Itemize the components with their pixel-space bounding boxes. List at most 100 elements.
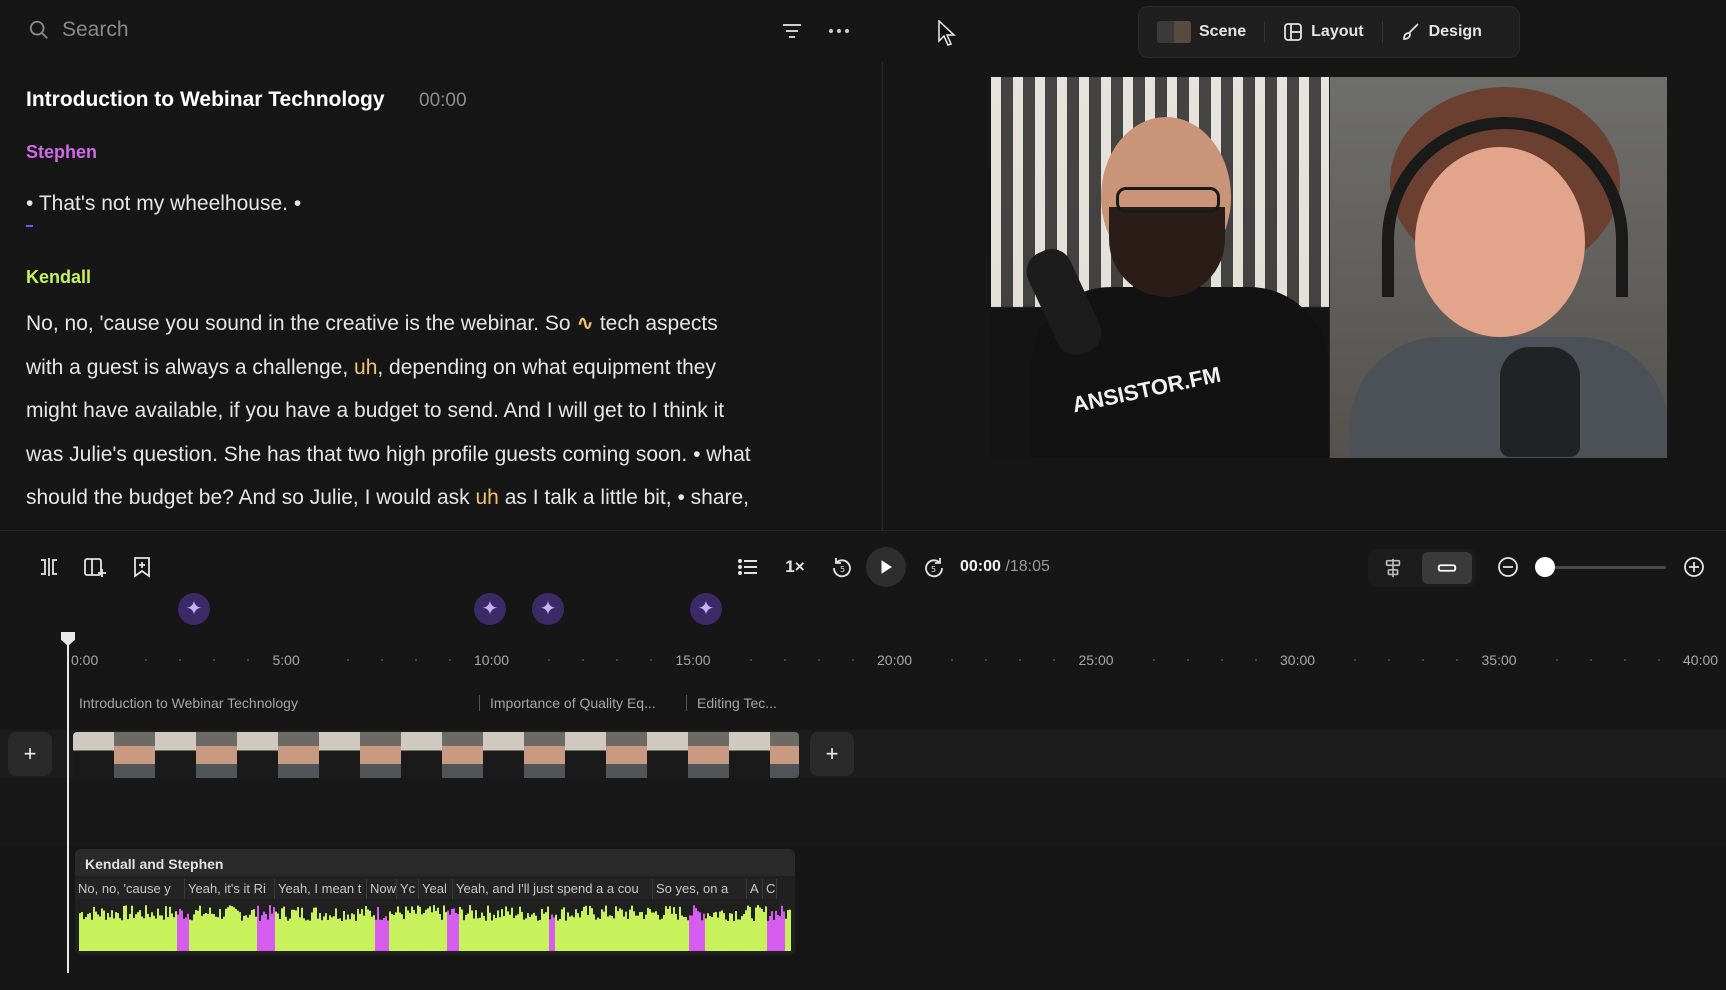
waveform-bar [421,914,423,951]
chapter-label[interactable]: Introduction to Webinar Technology [79,695,479,711]
chapter-label[interactable]: Editing Tec... [697,695,789,711]
search-bar[interactable]: Search [28,18,129,42]
waveform-bar [489,912,491,951]
ruler-label: 5:00 [272,652,300,668]
video-preview[interactable]: ANSISTOR.FM [991,77,1668,458]
waveform-bar [649,909,651,951]
compact-view-button[interactable] [1422,552,1472,584]
waveform-bar [349,919,351,951]
playhead-handle[interactable] [61,632,75,646]
transcript-line-stephen[interactable]: • That's not my wheelhouse. • [26,182,856,227]
waveform-bar [169,906,171,951]
waveform-bar [691,915,693,951]
add-track-before-button[interactable]: + [8,732,52,776]
waveform-bar [315,907,317,951]
waveform-bar [767,920,769,951]
audio-clip[interactable]: Kendall and Stephen No, no, 'cause y Yeah… [75,849,795,955]
tab-layout[interactable]: Layout [1264,21,1381,43]
waveform-bar [211,913,213,951]
caption-segment[interactable]: Yeah, and I'll just spend a a cou [453,879,653,899]
transcript-panel: Introduction to Webinar Technology 00:00… [26,88,856,520]
transcript-text[interactable]: tech aspects [600,312,718,335]
waveform-bar [301,907,303,951]
waveform-bar [539,920,541,951]
ai-sparkle-marker[interactable]: ✦ [690,593,722,625]
waveform-bar [669,906,671,951]
waveform-bar [415,913,417,951]
ai-sparkle-marker[interactable]: ✦ [532,593,564,625]
transcript-text[interactable]: was Julie's question. She has that two h… [26,443,687,466]
forward-5-button[interactable]: 5 [920,552,948,582]
zoom-slider-handle[interactable] [1535,557,1555,577]
zoom-slider-track[interactable] [1546,566,1666,569]
transcript-text[interactable]: as I talk a little bit, [505,486,672,509]
waveform-bar [675,913,677,951]
caption-segment[interactable]: Yeah, it's it Ri [185,879,275,899]
waveform-bar [275,911,277,951]
pause-marker[interactable]: • [26,182,34,227]
speaker-label-kendall[interactable]: Kendall [26,267,856,288]
play-button[interactable] [866,547,906,587]
transcript-text[interactable]: share, [691,486,749,509]
zoom-out-button[interactable] [1495,552,1521,582]
waveform-bar [491,920,493,951]
caption-segment[interactable]: Yc [397,879,419,899]
transcript-text[interactable]: might have available, if you have a budg… [26,399,724,422]
video-clip-thumbnails[interactable] [73,732,799,778]
ruler-tick-mark [1657,659,1660,661]
waveform-bar [147,913,149,951]
more-options-icon[interactable] [826,20,852,42]
chapters-list-button[interactable] [734,552,762,582]
playback-speed-button[interactable]: 1× [780,552,810,582]
pause-marker[interactable]: • [677,486,684,509]
add-track-after-button[interactable]: + [810,732,854,776]
ruler-tick-mark [1152,659,1155,661]
pause-marker[interactable]: • [693,443,700,466]
add-layout-button[interactable] [82,552,108,582]
caption-segment[interactable]: Yeah, I mean t [275,879,367,899]
filler-word[interactable]: uh [476,486,499,509]
search-input[interactable]: Search [62,18,129,42]
transcript-text[interactable]: No, no, 'cause you sound in the creative… [26,312,571,335]
tab-design[interactable]: Design [1381,21,1500,43]
waveform-bar [131,905,133,951]
waveform-bar [521,911,523,951]
waveform-bar [273,907,275,951]
playhead-line[interactable] [67,633,69,973]
rewind-5-button[interactable]: 5 [828,552,856,582]
audio-waveform[interactable] [79,905,791,951]
waveform-bar [93,906,95,951]
transcript-text[interactable]: , depending on what equipment they [377,356,716,379]
filter-icon[interactable] [780,20,804,42]
caption-segment[interactable]: C [763,879,777,899]
ai-sparkle-marker[interactable]: ✦ [474,593,506,625]
transcript-text[interactable]: what [706,443,750,466]
transcript-text[interactable]: with a guest is always a challenge, [26,356,348,379]
caption-segment[interactable]: A [747,879,763,899]
caption-segment[interactable]: No, no, 'cause y [75,879,185,899]
split-clip-button[interactable] [36,552,62,582]
waveform-bar [351,913,353,951]
caption-segment[interactable]: Now I [367,879,397,899]
waveform-bar [743,914,745,951]
pause-marker[interactable]: • [294,192,301,215]
waveform-bar [751,918,753,951]
add-bookmark-button[interactable] [129,552,155,582]
caption-segment[interactable]: Yeal [419,879,453,899]
zoom-in-button[interactable] [1681,552,1707,582]
filler-word[interactable]: uh [354,356,377,379]
ai-sparkle-marker[interactable]: ✦ [178,593,210,625]
transcript-text[interactable]: That's not my wheelhouse. [39,192,288,215]
transcript-text[interactable]: should the budget be? And so Julie, I wo… [26,486,470,509]
expanded-view-button[interactable] [1368,552,1418,584]
waveform-bar [327,919,329,951]
speaker-label-stephen[interactable]: Stephen [26,142,856,163]
chapter-label[interactable]: Importance of Quality Eq... [490,695,686,711]
ruler-tick-mark [951,659,953,661]
waveform-bar [545,912,547,951]
caption-segment[interactable]: So yes, on a [653,879,747,899]
tab-scene[interactable]: Scene [1139,7,1264,57]
sound-wave-icon[interactable]: ∿ [576,312,594,335]
ruler-tick-mark [749,659,752,661]
transcript-paragraph-kendall[interactable]: No, no, 'cause you sound in the creative… [26,302,856,520]
